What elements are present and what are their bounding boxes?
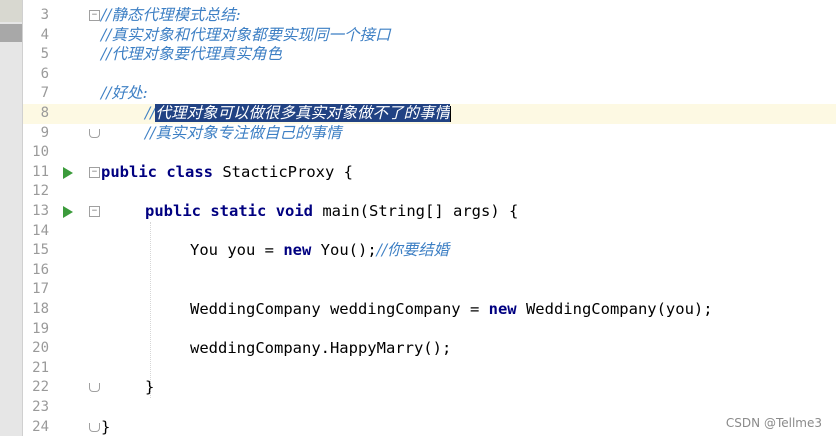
code-line[interactable]: 12 <box>23 182 836 202</box>
line-number: 24 <box>32 418 49 435</box>
fold-collapse-icon[interactable]: − <box>89 10 100 21</box>
fold-collapse-icon[interactable]: − <box>89 166 100 178</box>
comment-text: //静态代理模式总结: <box>101 6 241 24</box>
line-number: 7 <box>40 85 49 102</box>
keyword: class <box>166 162 214 181</box>
line-number: 6 <box>40 65 49 82</box>
code-line[interactable]: 3 − //静态代理模式总结: <box>23 6 836 26</box>
keyword: public <box>101 162 157 181</box>
line-number: 3 <box>40 7 49 23</box>
keyword: new <box>488 300 517 318</box>
left-gutter <box>0 0 23 436</box>
code-line[interactable]: 21 <box>23 359 836 379</box>
class-name: StacticProxy { <box>213 162 353 181</box>
code-line[interactable]: 17 <box>23 280 836 300</box>
code-line[interactable]: 20 weddingCompany.HappyMarry(); <box>23 339 836 359</box>
code-line[interactable]: 23 <box>23 398 836 418</box>
comment-text: //你要结婚 <box>376 241 450 260</box>
fold-end-icon[interactable] <box>89 128 100 138</box>
fold-collapse-icon[interactable]: − <box>89 206 100 217</box>
keyword: void <box>275 202 314 220</box>
code-line[interactable]: 7 //好处: <box>23 84 836 104</box>
code-line[interactable]: 11 − public class StacticProxy { <box>23 163 836 183</box>
line-number: 5 <box>40 46 49 63</box>
gutter-marker <box>0 24 22 42</box>
code-line[interactable]: 14 <box>23 222 836 242</box>
keyword: static <box>210 202 267 220</box>
line-number: 16 <box>32 261 49 278</box>
code-line[interactable]: 16 <box>23 261 836 281</box>
code-line[interactable]: 9 //真实对象专注做自己的事情 <box>23 124 836 144</box>
code-text: You(); <box>311 241 377 260</box>
class-declaration: public class StacticProxy { <box>101 163 353 183</box>
line-number: 15 <box>32 242 49 259</box>
code-line[interactable]: 19 <box>23 320 836 340</box>
code-line[interactable]: 15 You you = new You();//你要结婚 <box>23 241 836 261</box>
comment-text: //好处: <box>101 84 148 103</box>
statement: weddingCompany.HappyMarry(); <box>190 339 452 358</box>
selected-text[interactable]: 代理对象可以做很多真实对象做不了的事情 <box>155 104 450 122</box>
code-text: You you = <box>190 241 284 260</box>
code-line[interactable]: 5 //代理对象要代理真实角色 <box>23 45 836 65</box>
code-line[interactable]: 24 } <box>23 418 836 437</box>
code-line[interactable]: 10 <box>23 143 836 163</box>
keyword: new <box>283 241 312 260</box>
statement: WeddingCompany weddingCompany = new Wedd… <box>190 300 713 320</box>
fold-end-icon[interactable] <box>89 422 100 432</box>
line-number: 13 <box>32 203 49 219</box>
code-line-current[interactable]: 8 //代理对象可以做很多真实对象做不了的事情 <box>23 104 836 124</box>
line-number: 22 <box>32 379 49 396</box>
method-declaration: public static void main(String[] args) { <box>145 202 518 222</box>
code-text: WeddingCompany weddingCompany = <box>190 300 489 318</box>
line-number: 18 <box>32 301 49 317</box>
line-number: 11 <box>32 163 49 180</box>
comment-text: //真实对象和代理对象都要实现同一个接口 <box>101 25 391 44</box>
run-class-icon[interactable] <box>63 166 73 179</box>
gutter-header <box>0 0 22 22</box>
line-number: 10 <box>32 144 49 161</box>
comment-prefix: // <box>145 104 156 122</box>
line-number: 9 <box>40 124 49 141</box>
line-number: 8 <box>40 105 49 121</box>
code-text: WeddingCompany(you); <box>516 300 713 318</box>
method-signature: main(String[] args) { <box>313 202 519 220</box>
code-line[interactable]: 22 } <box>23 378 836 398</box>
line-number: 12 <box>32 183 49 200</box>
line-number: 14 <box>32 222 49 239</box>
comment-text: //真实对象专注做自己的事情 <box>145 123 342 142</box>
code-line[interactable]: 13 − public static void main(String[] ar… <box>23 202 836 222</box>
line-number: 19 <box>32 320 49 337</box>
comment-text: //代理对象要代理真实角色 <box>101 45 282 64</box>
line-number: 23 <box>32 399 49 415</box>
line-number: 4 <box>40 26 49 43</box>
line-number: 21 <box>32 359 49 376</box>
text-caret <box>449 105 451 122</box>
fold-end-icon[interactable] <box>89 383 100 393</box>
code-line[interactable]: 18 WeddingCompany weddingCompany = new W… <box>23 300 836 320</box>
code-line[interactable]: 4 //真实对象和代理对象都要实现同一个接口 <box>23 26 836 46</box>
code-line[interactable]: 6 <box>23 65 836 85</box>
code-editor[interactable]: 3 − //静态代理模式总结: 4 //真实对象和代理对象都要实现同一个接口 5… <box>0 0 836 436</box>
line-number: 20 <box>32 340 49 357</box>
line-number: 17 <box>32 281 49 298</box>
watermark: CSDN @Tellme3 <box>725 416 822 430</box>
closing-brace: } <box>145 378 155 397</box>
comment-line: //代理对象可以做很多真实对象做不了的事情 <box>145 104 451 124</box>
run-method-icon[interactable] <box>63 206 73 218</box>
keyword: public <box>145 202 201 220</box>
statement: You you = new You();//你要结婚 <box>190 241 449 261</box>
closing-brace: } <box>101 417 111 436</box>
